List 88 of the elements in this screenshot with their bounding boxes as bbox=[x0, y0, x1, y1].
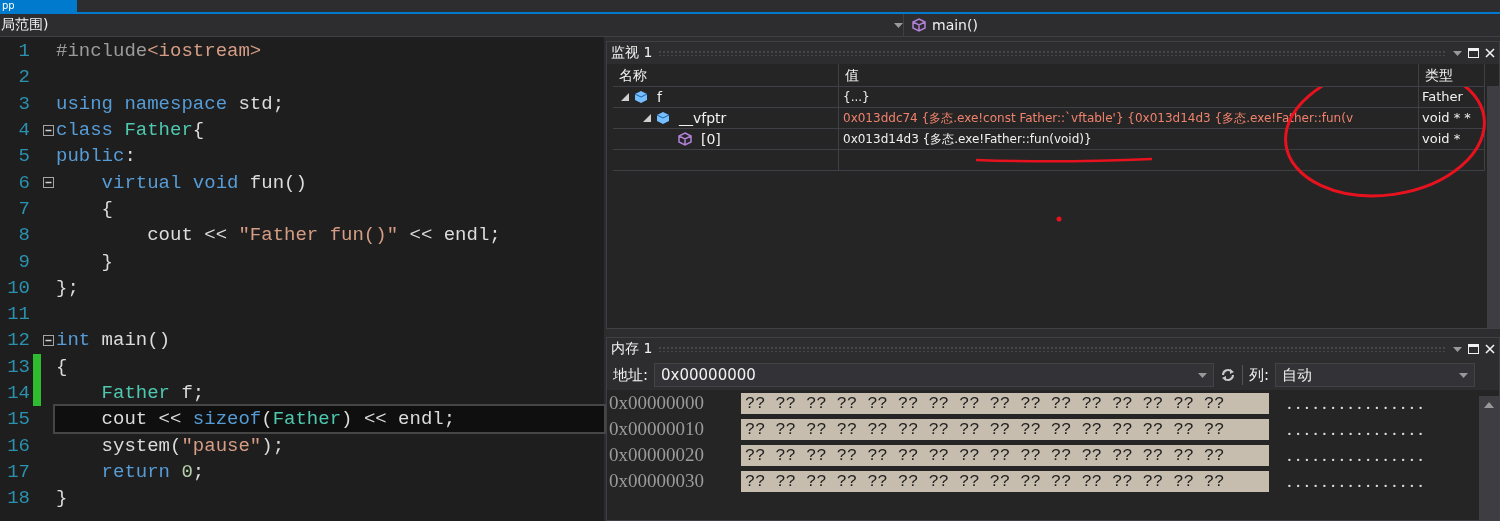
memory-ascii: ................ bbox=[1287, 470, 1427, 492]
pane-title: 内存 1 bbox=[611, 340, 653, 358]
line-number: 8 bbox=[17, 224, 30, 247]
scrollbar[interactable] bbox=[1487, 86, 1499, 328]
code-line: { bbox=[55, 354, 69, 380]
memory-bytes: ?? ?? ?? ?? ?? ?? ?? ?? ?? ?? ?? ?? ?? ?? ?? ?? bbox=[741, 470, 1269, 492]
code-line: using namespace std; bbox=[55, 91, 286, 117]
code-line: class Father{ bbox=[55, 118, 206, 144]
line-number: 12 bbox=[6, 329, 30, 352]
maximize-icon[interactable] bbox=[1468, 344, 1479, 354]
line-number: 1 bbox=[17, 40, 30, 63]
memory-bytes: ?? ?? ?? ?? ?? ?? ?? ?? ?? ?? ?? ?? ?? ?? ?? ?? bbox=[741, 392, 1269, 414]
scrollbar[interactable] bbox=[1479, 396, 1499, 520]
memory-address: 0x00000030 bbox=[608, 470, 705, 492]
column-header[interactable]: 名称 bbox=[613, 64, 839, 87]
dropdown-icon[interactable] bbox=[1453, 50, 1462, 56]
method-icon bbox=[678, 132, 692, 146]
memory-ascii: ................ bbox=[1287, 392, 1427, 414]
line-number: 3 bbox=[17, 92, 30, 115]
object-icon bbox=[634, 90, 648, 104]
code-line: public: bbox=[55, 144, 137, 170]
line-number: 18 bbox=[6, 487, 30, 510]
code-line: { bbox=[100, 196, 114, 222]
line-number: 10 bbox=[6, 276, 30, 299]
close-icon[interactable] bbox=[1485, 48, 1495, 58]
method-icon bbox=[912, 18, 926, 32]
columns-dropdown[interactable]: 自动 bbox=[1275, 363, 1476, 387]
variable-value: 0x013d14d3 {多态.exe!Father::fun(void)} bbox=[839, 129, 1419, 150]
code-line: int main() bbox=[55, 328, 172, 354]
line-number: 13 bbox=[6, 355, 30, 378]
memory-address: 0x00000020 bbox=[608, 444, 705, 466]
maximize-icon[interactable] bbox=[1468, 48, 1479, 58]
code-line: }; bbox=[55, 275, 80, 301]
line-number: 5 bbox=[17, 145, 30, 168]
memory-ascii: ................ bbox=[1287, 444, 1427, 466]
line-number: 9 bbox=[17, 250, 30, 273]
caret-icon[interactable] bbox=[1198, 372, 1208, 378]
column-header[interactable]: 值 bbox=[839, 64, 1419, 87]
variable-name: __vfptr bbox=[678, 109, 727, 128]
line-number: 7 bbox=[17, 197, 30, 220]
code-line: cout << "Father fun()" << endl; bbox=[146, 223, 502, 249]
column-header[interactable]: 类型 bbox=[1419, 64, 1485, 87]
expander-icon[interactable] bbox=[643, 114, 651, 122]
line-number: 15 bbox=[6, 408, 30, 431]
object-icon bbox=[656, 111, 670, 125]
address-field[interactable]: 0x00000000 bbox=[654, 363, 1215, 387]
variable-type: Father bbox=[1419, 87, 1485, 108]
code-line: } bbox=[100, 249, 114, 275]
line-number: 4 bbox=[17, 119, 30, 142]
variable-name: [0] bbox=[700, 130, 721, 149]
scroll-up-icon[interactable] bbox=[1484, 402, 1494, 408]
variable-name: f bbox=[656, 88, 662, 107]
line-number: 17 bbox=[6, 460, 30, 483]
line-number: 2 bbox=[17, 66, 30, 89]
code-line: virtual void fun() bbox=[100, 170, 308, 196]
close-icon[interactable] bbox=[1485, 344, 1495, 354]
code-line: #include<iostream> bbox=[55, 39, 263, 65]
dropdown-icon[interactable] bbox=[1453, 346, 1462, 352]
scope-dropdown[interactable]: 局范围) bbox=[0, 16, 49, 34]
code-line: system("pause"); bbox=[100, 433, 286, 459]
refresh-icon[interactable] bbox=[1220, 367, 1237, 383]
memory-bytes: ?? ?? ?? ?? ?? ?? ?? ?? ?? ?? ?? ?? ?? ?? ?? ?? bbox=[741, 444, 1269, 466]
pane-title: 监视 1 bbox=[611, 44, 653, 62]
collapse-icon[interactable] bbox=[42, 177, 54, 189]
line-number: 14 bbox=[6, 382, 30, 404]
code-line: } bbox=[55, 486, 69, 512]
line-number: 16 bbox=[6, 434, 30, 457]
collapse-icon[interactable] bbox=[42, 334, 54, 346]
memory-address: 0x00000010 bbox=[608, 418, 705, 440]
columns-label: 列: bbox=[1249, 365, 1270, 385]
memory-bytes: ?? ?? ?? ?? ?? ?? ?? ?? ?? ?? ?? ?? ?? ?? ?? ?? bbox=[741, 418, 1269, 440]
code-line: return 0; bbox=[100, 459, 206, 485]
caret-icon[interactable] bbox=[894, 22, 903, 28]
memory-ascii: ................ bbox=[1287, 418, 1427, 440]
expander-icon[interactable] bbox=[621, 93, 629, 101]
line-number: 6 bbox=[17, 171, 30, 194]
function-dropdown[interactable]: main() bbox=[932, 17, 978, 33]
dot-mark bbox=[1056, 216, 1062, 222]
line-number: 11 bbox=[6, 303, 30, 326]
caret-icon[interactable] bbox=[1459, 372, 1469, 378]
collapse-icon[interactable] bbox=[42, 124, 54, 136]
memory-address: 0x00000000 bbox=[608, 392, 705, 414]
variable-value: {...} bbox=[839, 87, 1419, 108]
variable-type: void * * bbox=[1419, 108, 1485, 129]
document-tab[interactable]: pp bbox=[0, 0, 77, 12]
address-label: 地址: bbox=[613, 365, 649, 385]
code-line: Father f; bbox=[100, 381, 206, 406]
variable-type: void * bbox=[1419, 129, 1485, 150]
